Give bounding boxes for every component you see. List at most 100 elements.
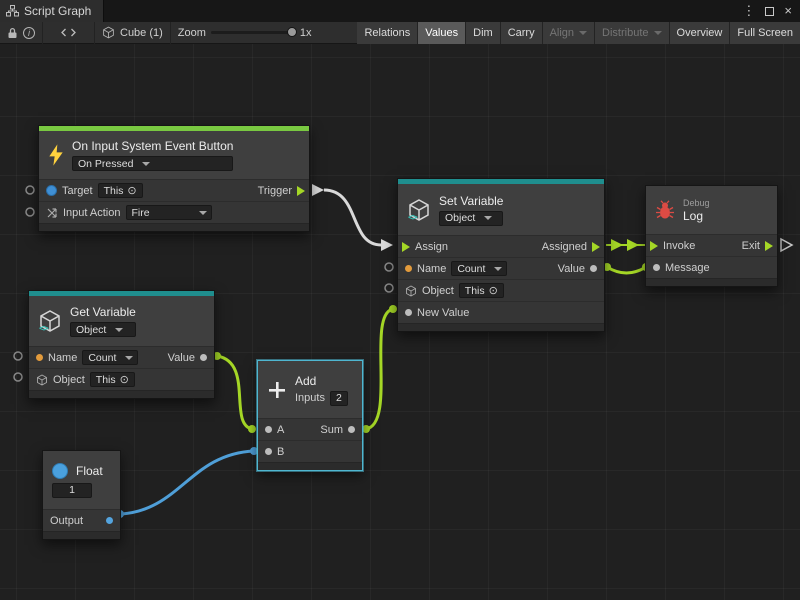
port-label-name: Name xyxy=(48,352,77,364)
connection-trigger-assign[interactable] xyxy=(324,190,381,245)
node-footer xyxy=(43,531,120,539)
float-value-field[interactable]: 1 xyxy=(52,483,92,498)
chevron-down-icon xyxy=(654,31,662,35)
unconnected-port[interactable] xyxy=(14,373,22,381)
object-cube-icon xyxy=(405,285,417,297)
exit-output-port[interactable] xyxy=(765,241,773,251)
port-label-a: A xyxy=(277,424,284,436)
sum-output-port[interactable] xyxy=(348,426,355,433)
add-icon xyxy=(267,380,287,400)
tab-title: Script Graph xyxy=(24,4,91,18)
node-float[interactable]: Float 1 Output xyxy=(42,450,121,540)
flow-arrowhead xyxy=(381,239,393,251)
close-icon[interactable]: × xyxy=(784,0,792,22)
connection-value-message[interactable] xyxy=(607,267,646,273)
variable-name-dropdown[interactable]: Count xyxy=(82,350,138,365)
toolbar-button-distribute[interactable]: Distribute xyxy=(595,22,669,44)
object-chip[interactable]: This⊙ xyxy=(459,283,504,298)
toolbar-button-overview[interactable]: Overview xyxy=(670,22,731,44)
context-target-label[interactable]: Cube (1) xyxy=(120,27,163,39)
toolbar-button-carry[interactable]: Carry xyxy=(501,22,543,44)
port-label-invoke: Invoke xyxy=(663,240,695,252)
variable-kind-dropdown[interactable]: Object xyxy=(70,322,136,337)
new-value-input-port[interactable] xyxy=(405,309,412,316)
port-label-object: Object xyxy=(422,285,454,297)
value-output-port[interactable] xyxy=(590,265,597,272)
code-badge-icon: <> xyxy=(408,213,417,223)
port-label-trigger: Trigger xyxy=(258,185,292,197)
port-label-new-value: New Value xyxy=(417,307,469,319)
node-title: Float xyxy=(76,464,103,478)
wire-endpoint xyxy=(362,425,370,433)
target-object-chip[interactable]: This⊙ xyxy=(98,183,143,198)
bug-icon xyxy=(655,200,675,220)
flow-arrowhead xyxy=(611,239,623,251)
toolbar-button-values[interactable]: Values xyxy=(418,22,466,44)
output-port[interactable] xyxy=(106,517,113,524)
assign-input-port[interactable] xyxy=(402,242,410,252)
maximize-icon[interactable] xyxy=(765,7,774,16)
menu-icon[interactable]: ⋮ xyxy=(742,0,755,22)
input-action-icon xyxy=(46,207,58,219)
zoom-slider[interactable] xyxy=(211,31,295,34)
wire-endpoint xyxy=(389,305,397,313)
zoom-label: Zoom xyxy=(178,27,206,39)
b-input-port[interactable] xyxy=(265,448,272,455)
port-label-value: Value xyxy=(168,352,195,364)
toolbar-button-relations[interactable]: Relations xyxy=(357,22,418,44)
zoom-slider-handle[interactable] xyxy=(287,27,297,37)
object-chip[interactable]: This⊙ xyxy=(90,372,135,387)
node-set-variable[interactable]: <> Set Variable Object Assign Assigned xyxy=(397,178,605,332)
edit-source-icon[interactable] xyxy=(61,28,76,37)
unconnected-port[interactable] xyxy=(14,352,22,360)
script-graph-window: Script Graph ⋮ × i Cube (1) xyxy=(0,0,800,600)
tab-script-graph[interactable]: Script Graph xyxy=(0,0,104,22)
unconnected-port[interactable] xyxy=(385,284,393,292)
connection-getvalue-addA[interactable] xyxy=(217,356,252,429)
toolbar-button-dim[interactable]: Dim xyxy=(466,22,501,44)
lock-icon[interactable] xyxy=(7,27,18,39)
unconnected-port[interactable] xyxy=(26,186,34,194)
port-label-assigned: Assigned xyxy=(542,241,587,253)
node-footer xyxy=(646,278,777,286)
info-icon[interactable]: i xyxy=(23,27,35,39)
graph-canvas[interactable]: On Input System Event Button On Pressed … xyxy=(0,44,800,600)
port-label-name: Name xyxy=(417,263,446,275)
connection-float-addB[interactable] xyxy=(120,451,254,514)
invoke-input-port[interactable] xyxy=(650,241,658,251)
node-title: Add xyxy=(295,374,348,388)
flow-arrowhead xyxy=(312,184,324,196)
unconnected-port[interactable] xyxy=(385,263,393,271)
name-input-port[interactable] xyxy=(36,354,43,361)
toolbar-button-fullscreen[interactable]: Full Screen xyxy=(730,22,800,44)
chevron-down-icon xyxy=(579,31,587,35)
wire-endpoint xyxy=(248,425,256,433)
unconnected-port[interactable] xyxy=(26,208,34,216)
node-footer xyxy=(29,390,214,398)
connection-sum-newvalue[interactable] xyxy=(366,309,393,429)
node-debug-log[interactable]: Debug Log Invoke Exit Message xyxy=(645,185,778,287)
value-output-port[interactable] xyxy=(200,354,207,361)
event-mode-dropdown[interactable]: On Pressed xyxy=(72,156,233,171)
exit-flow-arrow[interactable] xyxy=(781,239,792,251)
port-label-message: Message xyxy=(665,262,710,274)
node-on-input-system-event-button[interactable]: On Input System Event Button On Pressed … xyxy=(38,125,310,232)
variable-name-dropdown[interactable]: Count xyxy=(451,261,507,276)
variable-kind-dropdown[interactable]: Object xyxy=(439,211,503,226)
script-graph-icon xyxy=(6,5,19,17)
input-action-dropdown[interactable]: Fire xyxy=(126,205,212,220)
toolbar-button-align[interactable]: Align xyxy=(543,22,595,44)
node-get-variable[interactable]: <> Get Variable Object Name Count xyxy=(28,290,215,399)
port-label-b: B xyxy=(277,446,284,458)
node-title: On Input System Event Button xyxy=(72,139,233,153)
a-input-port[interactable] xyxy=(265,426,272,433)
assigned-output-port[interactable] xyxy=(592,242,600,252)
port-label-object: Object xyxy=(53,374,85,386)
trigger-output-port[interactable] xyxy=(297,186,305,196)
message-input-port[interactable] xyxy=(653,264,660,271)
graph-toolbar: i Cube (1) Zoom 1x Relations Values xyxy=(0,22,800,44)
node-add[interactable]: Add Inputs 2 A Sum xyxy=(257,360,363,471)
name-input-port[interactable] xyxy=(405,265,412,272)
inputs-count-field[interactable]: 2 xyxy=(330,391,348,406)
title-bar: Script Graph ⋮ × xyxy=(0,0,800,22)
